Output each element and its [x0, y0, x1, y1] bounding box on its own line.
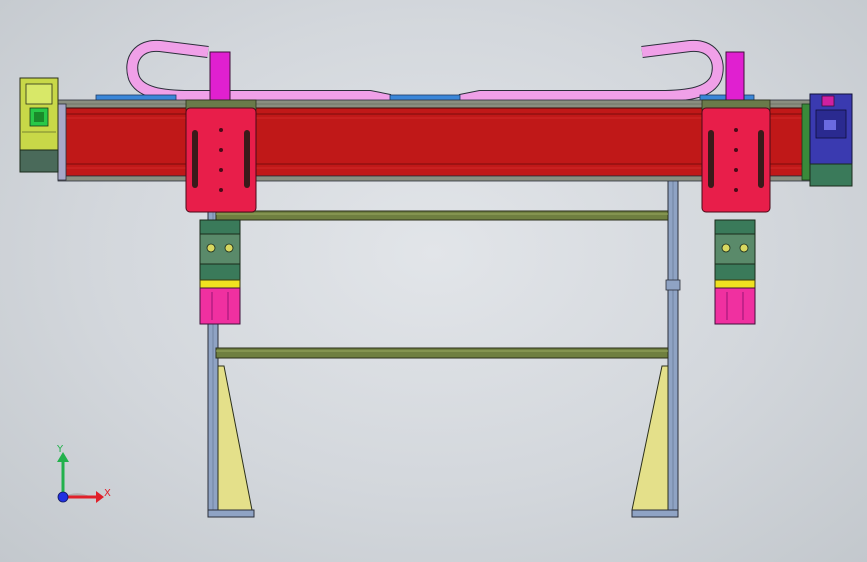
- left-gripper: [199, 219, 241, 325]
- upper-crossbar: [215, 210, 669, 221]
- right-gripper: [714, 219, 756, 325]
- cable-chain-right: [458, 39, 724, 106]
- gantry-assembly-drawing: Y X: [19, 39, 853, 518]
- support-frame: [207, 179, 681, 518]
- y-axis-label: Y: [56, 444, 64, 455]
- left-chain-bracket: [209, 51, 231, 103]
- right-motor-unit: [809, 93, 853, 187]
- linear-rail: [57, 99, 811, 182]
- x-axis-label: X: [104, 488, 111, 499]
- cable-chain-left: [126, 39, 392, 106]
- right-chain-bracket: [725, 51, 745, 103]
- left-foot: [207, 509, 255, 518]
- left-leg-gusset: [217, 365, 253, 511]
- left-motor-unit: [19, 77, 59, 173]
- cad-viewport[interactable]: Y X: [0, 0, 867, 562]
- left-carriage: [185, 99, 257, 213]
- right-carriage: [701, 99, 771, 213]
- coordinate-triad: Y X: [56, 444, 111, 503]
- lower-crossbar: [215, 347, 669, 359]
- right-foot: [631, 509, 679, 518]
- right-leg-gusset: [631, 365, 669, 511]
